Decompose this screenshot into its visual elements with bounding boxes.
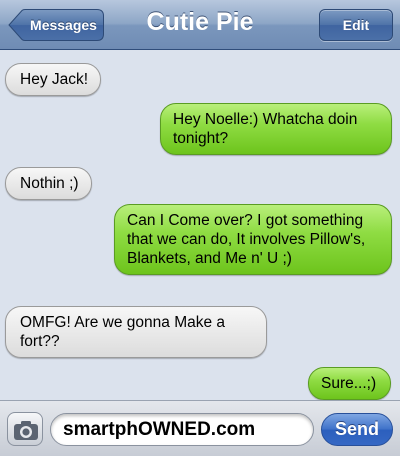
camera-icon [14,421,38,440]
send-button[interactable]: Send [321,413,393,446]
message-thread: Hey Jack! Hey Noelle:) Whatcha doin toni… [0,51,400,400]
edit-button[interactable]: Edit [319,9,393,41]
camera-button[interactable] [7,412,43,446]
message-input-bar: smartphOWNED.com Send [0,400,400,456]
message-bubble-outgoing: Hey Noelle:) Whatcha doin tonight? [160,103,392,155]
message-bubble-outgoing: Can I Come over? I got something that we… [114,204,392,275]
message-text-field[interactable]: smartphOWNED.com [50,413,314,446]
navigation-bar: Messages Cutie Pie Edit [0,0,400,50]
message-bubble-incoming: Nothin ;) [5,167,92,200]
message-bubble-incoming: Hey Jack! [5,63,102,96]
message-bubble-incoming: OMFG! Are we gonna Make a fort?? [5,306,267,358]
message-bubble-outgoing: Sure...;) [308,367,392,400]
